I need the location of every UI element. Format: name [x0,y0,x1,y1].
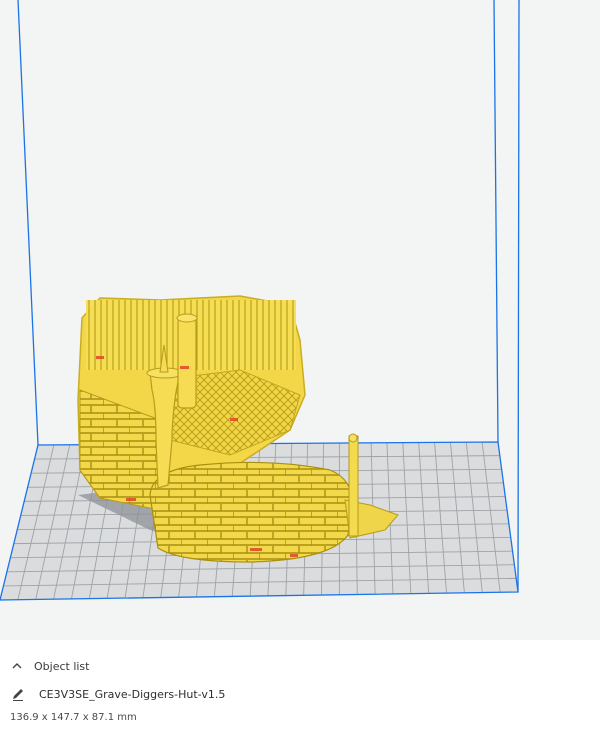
object-name-row: CE3V3SE_Grave-Diggers-Hut-v1.5 [10,686,225,702]
3d-viewport[interactable] [0,0,600,640]
object-list-label: Object list [34,659,90,673]
object-name: CE3V3SE_Grave-Diggers-Hut-v1.5 [39,687,226,701]
pencil-icon[interactable] [10,686,26,702]
object-list-toggle[interactable]: Object list [10,658,89,674]
object-list-panel: Object list CE3V3SE_Grave-Diggers-Hut-v1… [0,640,600,738]
object-dimensions: 136.9 x 147.7 x 87.1 mm [10,712,137,723]
chevron-up-icon [12,663,22,669]
viewport-canvas[interactable] [0,0,600,640]
app-window: Object list CE3V3SE_Grave-Diggers-Hut-v1… [0,0,600,738]
